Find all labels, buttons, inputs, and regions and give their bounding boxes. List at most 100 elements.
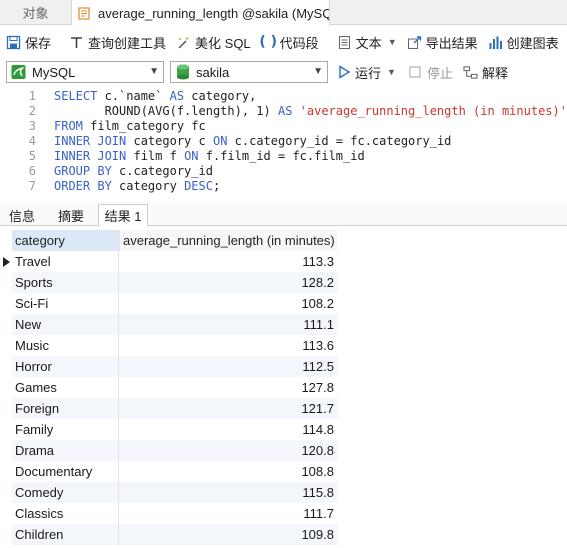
stop-icon: [408, 65, 423, 80]
cell-category[interactable]: Music: [12, 335, 119, 356]
code-line[interactable]: 4 INNER JOIN category c ON c.category_id …: [0, 134, 567, 149]
create-chart-label: 创建图表: [506, 35, 559, 51]
line-number: 2: [28, 104, 36, 118]
code-line[interactable]: 3 FROM film_category fc: [0, 119, 567, 134]
code-text: GROUP BY c.category_id: [54, 164, 213, 179]
cell-average-running-length[interactable]: 127.8: [119, 377, 338, 398]
table-row[interactable]: Music 113.6: [12, 335, 338, 356]
cell-average-running-length[interactable]: 114.8: [119, 419, 338, 440]
cell-category[interactable]: Family: [12, 419, 119, 440]
cell-category[interactable]: New: [12, 314, 119, 335]
beautify-sql-button[interactable]: 美化 SQL: [176, 33, 251, 52]
tab-info[interactable]: 信息: [2, 204, 42, 226]
result-tab-bar: 信息 摘要 结果 1: [0, 202, 567, 227]
document-icon: [337, 35, 352, 50]
cell-average-running-length[interactable]: 109.8: [119, 524, 338, 545]
stop-button[interactable]: 停止: [408, 63, 453, 82]
export-icon: [407, 35, 422, 50]
text-button[interactable]: 文本 ▼: [337, 33, 397, 52]
beautify-sql-label: 美化 SQL: [195, 35, 251, 51]
cell-category[interactable]: Drama: [12, 440, 119, 461]
code-text: ROUND(AVG(f.length), 1) AS 'average_runn…: [54, 104, 567, 119]
sql-identifier: c.`name`: [104, 89, 170, 103]
table-row[interactable]: Drama 120.8: [12, 440, 338, 461]
cell-average-running-length[interactable]: 112.5: [119, 356, 338, 377]
table-row[interactable]: Documentary 108.8: [12, 461, 338, 482]
run-button[interactable]: 运行 ▼: [336, 63, 396, 82]
database-select[interactable]: sakila ▼: [170, 61, 328, 83]
table-row[interactable]: Family 114.8: [12, 419, 338, 440]
column-header-category[interactable]: category: [12, 230, 119, 251]
cell-average-running-length[interactable]: 113.6: [119, 335, 338, 356]
code-text: ORDER BY category DESC;: [54, 179, 220, 194]
code-line[interactable]: 2 ROUND(AVG(f.length), 1) AS 'average_ru…: [0, 104, 567, 119]
line-number: 4: [28, 134, 36, 148]
sql-identifier: c.category_id: [119, 164, 213, 178]
cell-average-running-length[interactable]: 113.3: [119, 251, 338, 272]
cell-average-running-length[interactable]: 115.8: [119, 482, 338, 503]
tab-objects[interactable]: 对象: [0, 0, 72, 25]
cell-average-running-length[interactable]: 111.7: [119, 503, 338, 524]
table-row[interactable]: Travel 113.3: [12, 251, 338, 272]
cell-average-running-length[interactable]: 121.7: [119, 398, 338, 419]
cell-category[interactable]: Games: [12, 377, 119, 398]
table-row[interactable]: Sci-Fi 108.2: [12, 293, 338, 314]
export-result-button[interactable]: 导出结果: [407, 33, 478, 52]
code-line[interactable]: 7 ORDER BY category DESC;: [0, 179, 567, 194]
connection-select[interactable]: MySQL ▼: [6, 61, 164, 83]
sql-keyword: DESC: [184, 179, 213, 193]
code-line[interactable]: 6 GROUP BY c.category_id: [0, 164, 567, 179]
cell-average-running-length[interactable]: 108.2: [119, 293, 338, 314]
sql-keyword: INNER JOIN: [54, 134, 134, 148]
cell-category[interactable]: Sports: [12, 272, 119, 293]
code-line[interactable]: 1 SELECT c.`name` AS category,: [0, 89, 567, 104]
code-text: SELECT c.`name` AS category,: [54, 89, 256, 104]
cell-category[interactable]: Children: [12, 524, 119, 545]
explain-button[interactable]: 解释: [463, 63, 508, 82]
code-text: INNER JOIN category c ON c.category_id =…: [54, 134, 451, 149]
sql-keyword: ON: [212, 134, 235, 148]
sql-editor[interactable]: 1 SELECT c.`name` AS category, 2 ROUND(AVG…: [0, 87, 567, 199]
cell-category[interactable]: Comedy: [12, 482, 119, 503]
result-grid[interactable]: category average_running_length (in minu…: [0, 230, 567, 548]
cell-category[interactable]: Travel: [12, 251, 119, 272]
tab-result-1[interactable]: 结果 1: [98, 204, 148, 227]
sql-identifier: film f: [133, 149, 185, 163]
create-chart-button[interactable]: 创建图表: [488, 33, 559, 52]
sql-identifier: film_category fc: [90, 119, 206, 133]
table-row[interactable]: Foreign 121.7: [12, 398, 338, 419]
cell-category[interactable]: Classics: [12, 503, 119, 524]
table-row[interactable]: New 111.1: [12, 314, 338, 335]
column-header-average-running-length[interactable]: average_running_length (in minutes): [119, 230, 338, 251]
cell-category[interactable]: Foreign: [12, 398, 119, 419]
table-row[interactable]: Horror 112.5: [12, 356, 338, 377]
table-row[interactable]: Children 109.8: [12, 524, 338, 545]
table-row[interactable]: Classics 111.7: [12, 503, 338, 524]
table-row[interactable]: Sports 128.2: [12, 272, 338, 293]
chart-icon: [488, 35, 503, 50]
cell-category[interactable]: Sci-Fi: [12, 293, 119, 314]
tab-summary[interactable]: 摘要: [50, 204, 92, 226]
cell-average-running-length[interactable]: 128.2: [119, 272, 338, 293]
sql-identifier: f.film_id = fc.film_id: [205, 149, 365, 163]
sql-keyword: FROM: [54, 119, 91, 133]
cell-category[interactable]: Horror: [12, 356, 119, 377]
sql-identifier: ROUND(AVG(f.length), 1): [54, 104, 278, 118]
save-button[interactable]: 保存: [6, 33, 51, 52]
code-line[interactable]: 5 INNER JOIN film f ON f.film_id = fc.fil…: [0, 149, 567, 164]
tab-query-label: average_running_length @sakila (MySQ...: [98, 5, 330, 21]
table-row[interactable]: Games 127.8: [12, 377, 338, 398]
cell-average-running-length[interactable]: 111.1: [119, 314, 338, 335]
query-builder-button[interactable]: 查询创建工具: [69, 33, 166, 52]
query-icon: [78, 6, 92, 20]
code-snippet-button[interactable]: ( ) 代码段: [259, 33, 318, 52]
run-label: 运行: [355, 65, 382, 81]
sql-string: 'average_running_length (in minutes)': [299, 104, 567, 118]
cell-average-running-length[interactable]: 108.8: [119, 461, 338, 482]
cell-average-running-length[interactable]: 120.8: [119, 440, 338, 461]
cell-category[interactable]: Documentary: [12, 461, 119, 482]
code-text: INNER JOIN film f ON f.film_id = fc.film…: [54, 149, 365, 164]
table-row[interactable]: Comedy 115.8: [12, 482, 338, 503]
sql-keyword: GROUP BY: [54, 164, 120, 178]
tab-query-editor[interactable]: average_running_length @sakila (MySQ...: [72, 0, 330, 26]
